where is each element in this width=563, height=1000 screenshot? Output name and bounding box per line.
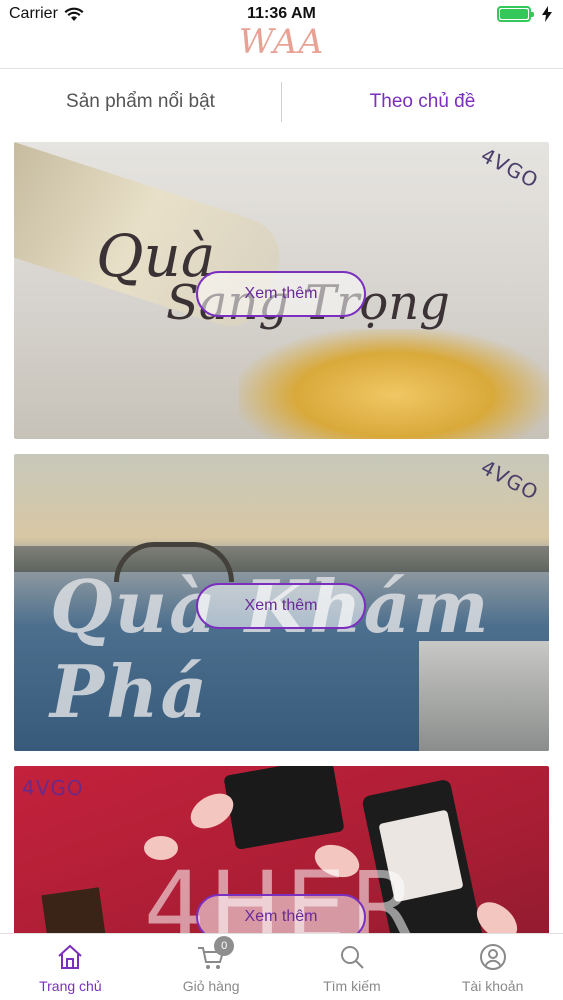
theme-card-luxury[interactable]: 4VGO Quà Sang Trọng Xem thêm bbox=[14, 142, 549, 439]
tabbar-item-account[interactable]: Tài khoản bbox=[422, 934, 563, 1000]
tabbar-label: Tìm kiếm bbox=[323, 978, 381, 994]
see-more-button[interactable]: Xem thêm bbox=[196, 271, 366, 317]
chocolate-image bbox=[41, 887, 109, 933]
status-time: 11:36 AM bbox=[247, 5, 316, 22]
segment-tabs: Sản phẩm nổi bật Theo chủ đề bbox=[0, 68, 563, 134]
home-icon bbox=[58, 944, 83, 969]
account-icon bbox=[479, 944, 506, 970]
see-more-button[interactable]: Xem thêm bbox=[196, 583, 366, 629]
card-brand-label: 4VGO bbox=[477, 142, 544, 194]
app-logo: WAA bbox=[238, 22, 325, 62]
bottom-tab-bar: Trang chủ 0 Giỏ hàng Tìm kiếm Tài khoản bbox=[0, 933, 563, 1000]
card-brand-label: 4VGO bbox=[477, 454, 544, 506]
theme-card-explore[interactable]: 4VGO Quà Khám Phá Xem thêm bbox=[14, 454, 549, 751]
see-more-button[interactable]: Xem thêm bbox=[196, 894, 366, 933]
tabbar-item-cart[interactable]: 0 Giỏ hàng bbox=[141, 934, 282, 1000]
tab-by-theme[interactable]: Theo chủ đề bbox=[282, 91, 563, 113]
cart-badge: 0 bbox=[214, 936, 235, 956]
product-bottle-image bbox=[223, 766, 345, 850]
theme-card-4her[interactable]: 4VGO 4HER Xem thêm bbox=[14, 766, 549, 933]
tabbar-label: Giỏ hàng bbox=[182, 978, 240, 994]
search-icon bbox=[340, 946, 364, 969]
tab-featured-products[interactable]: Sản phẩm nổi bật bbox=[0, 91, 281, 113]
theme-card-list[interactable]: 4VGO Quà Sang Trọng Xem thêm 4VGO Quà Kh… bbox=[0, 142, 563, 933]
tabbar-label: Trang chủ bbox=[39, 978, 102, 994]
wine-glass-image bbox=[239, 329, 549, 439]
card-brand-label: 4VGO bbox=[22, 776, 84, 800]
battery-icon bbox=[497, 6, 534, 22]
tabbar-item-home[interactable]: Trang chủ bbox=[0, 934, 141, 1000]
tabbar-item-search[interactable]: Tìm kiếm bbox=[282, 934, 423, 1000]
charging-icon bbox=[542, 6, 552, 22]
tabbar-label: Tài khoản bbox=[461, 978, 524, 994]
